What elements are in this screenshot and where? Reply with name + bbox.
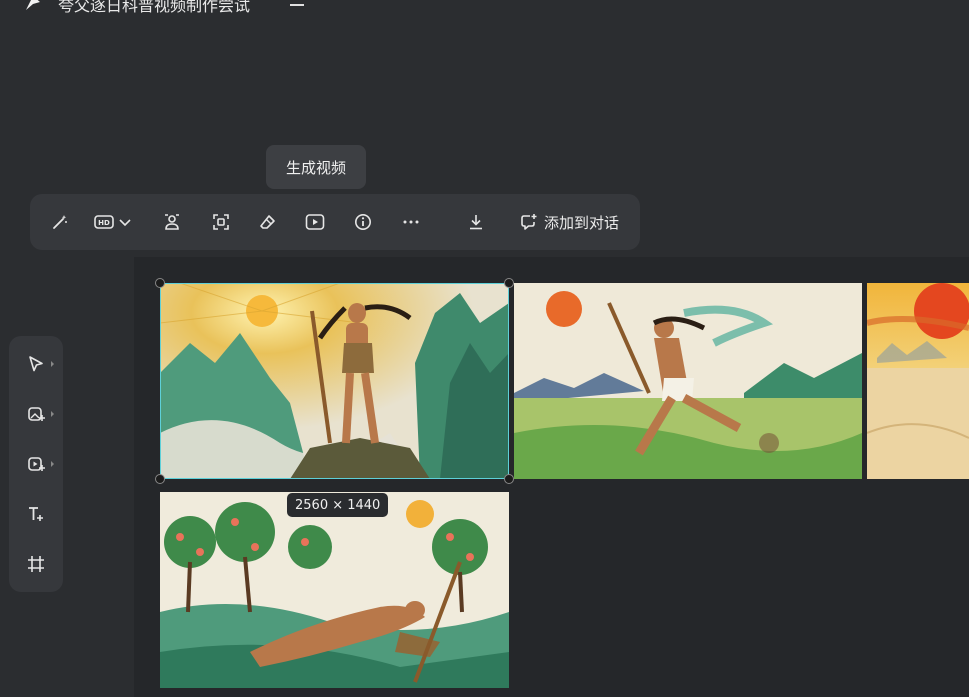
- add-video-tool-button[interactable]: [9, 444, 63, 484]
- hd-icon: HD: [94, 215, 114, 229]
- more-icon: [403, 220, 419, 224]
- add-image-tool-button[interactable]: [9, 394, 63, 434]
- text-icon: [29, 507, 43, 521]
- person-icon: [165, 214, 179, 230]
- image-add-icon: [28, 407, 45, 421]
- menu-icon[interactable]: [290, 0, 304, 8]
- frame-tool-button[interactable]: [9, 544, 63, 584]
- download-icon: [470, 215, 482, 230]
- add-to-chat-button[interactable]: 添加到对话: [512, 202, 627, 242]
- chat-add-icon: [521, 214, 537, 230]
- tooltip: 生成视频: [266, 145, 366, 189]
- frame-icon: [28, 556, 44, 572]
- resize-handle-top-right[interactable]: [504, 278, 514, 288]
- text-tool-button[interactable]: [9, 494, 63, 534]
- magic-wand-button[interactable]: [44, 202, 76, 242]
- focus-button[interactable]: [205, 202, 237, 242]
- video-add-icon: [28, 457, 45, 471]
- image-toolbar: HD 添加到对话: [30, 194, 640, 250]
- caret-icon: [51, 361, 54, 367]
- left-tool-panel: [9, 336, 63, 592]
- magic-wand-icon: [53, 215, 67, 229]
- chevron-down-icon: [119, 219, 131, 227]
- resize-handle-top-left[interactable]: [155, 278, 165, 288]
- app-logo-icon[interactable]: [24, 0, 42, 12]
- caret-icon: [51, 461, 54, 467]
- image-dimensions-badge: 2560 × 1440: [287, 493, 389, 517]
- title-bar: 夸父逐日科普视频制作尝试: [0, 0, 969, 30]
- more-button[interactable]: [395, 202, 427, 242]
- focus-icon: [213, 214, 229, 230]
- resize-handle-bottom-left[interactable]: [155, 474, 165, 484]
- eraser-icon: [260, 215, 275, 229]
- info-icon: [355, 214, 371, 230]
- resize-handle-bottom-right[interactable]: [504, 474, 514, 484]
- cursor-icon: [29, 356, 43, 372]
- image-kuafu-running[interactable]: [514, 283, 862, 479]
- download-button[interactable]: [460, 202, 492, 242]
- play-icon: [305, 214, 325, 230]
- caret-icon: [51, 411, 54, 417]
- select-tool-button[interactable]: [9, 344, 63, 384]
- image-desert-sun[interactable]: [867, 283, 969, 479]
- info-button[interactable]: [347, 202, 379, 242]
- image-kuafu-standing-mountain[interactable]: [160, 283, 509, 479]
- svg-text:HD: HD: [98, 219, 110, 227]
- image-kuafu-resting-peach-trees[interactable]: [160, 492, 509, 688]
- hd-quality-button[interactable]: HD: [88, 202, 138, 242]
- add-to-chat-label: 添加到对话: [543, 213, 619, 232]
- portrait-button[interactable]: [156, 202, 188, 242]
- generate-video-button[interactable]: [299, 202, 331, 242]
- project-title[interactable]: 夸父逐日科普视频制作尝试: [58, 0, 250, 16]
- eraser-button[interactable]: [252, 202, 284, 242]
